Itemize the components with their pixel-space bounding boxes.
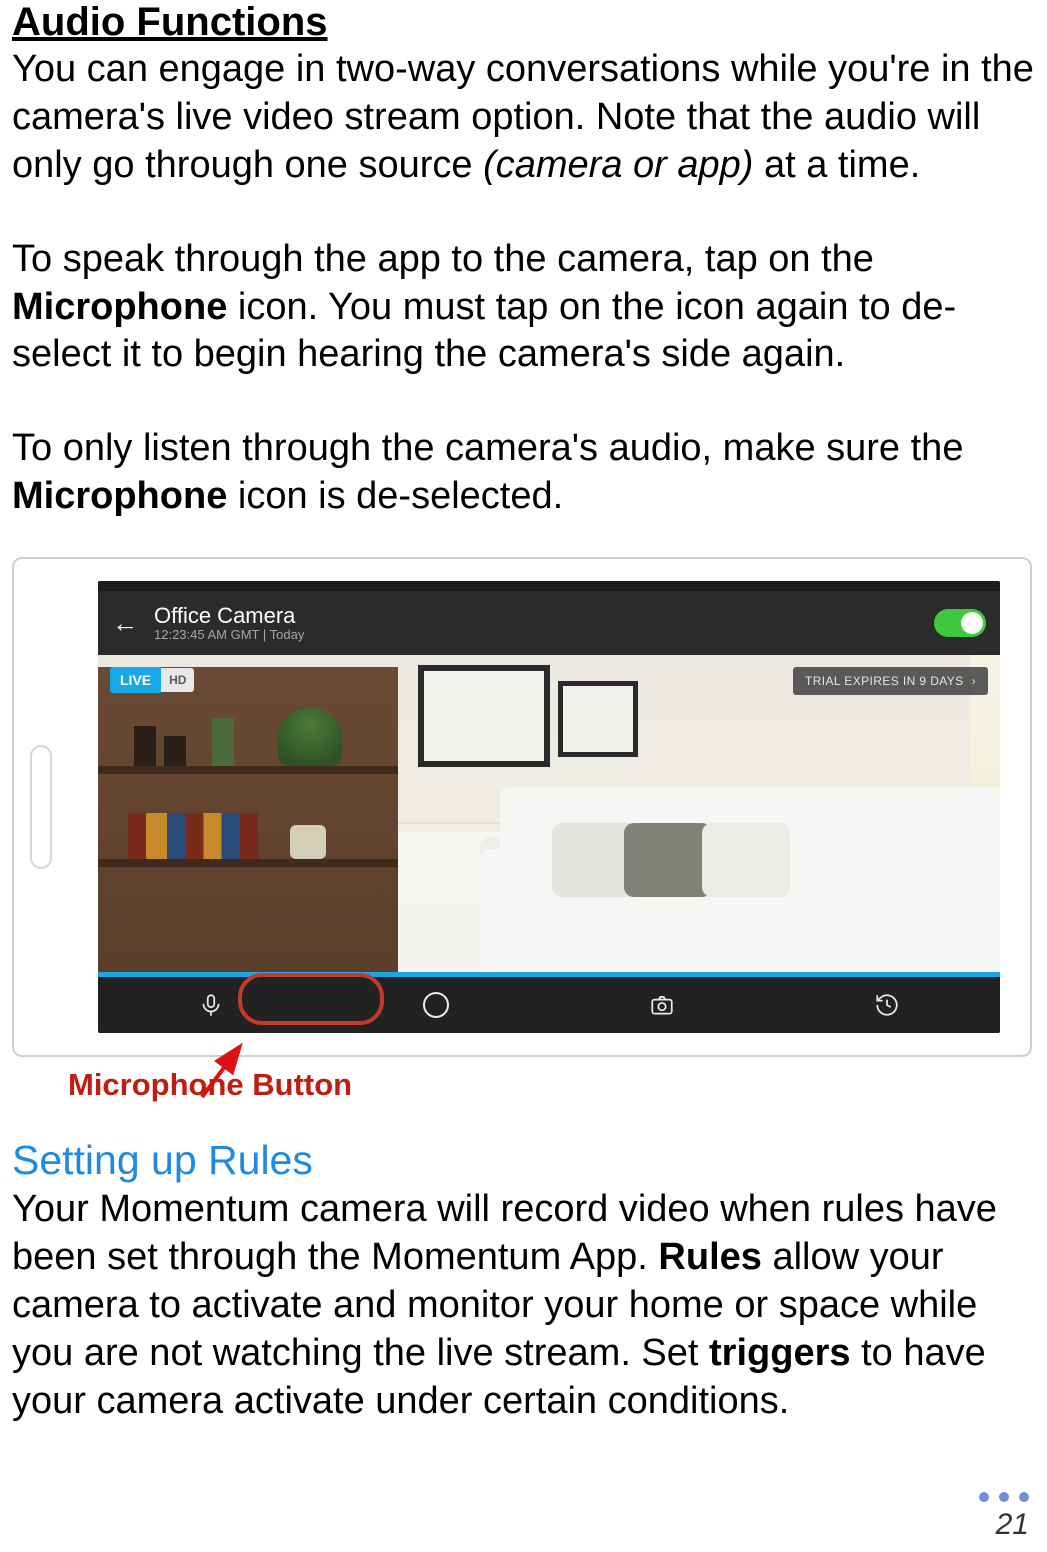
live-badge: LIVE HD <box>110 667 194 693</box>
room-frame <box>558 681 638 757</box>
camera-title-block: Office Camera 12:23:45 AM GMT | Today <box>154 604 304 642</box>
chevron-right-icon: › <box>972 674 976 688</box>
phone-frame: ← Office Camera 12:23:45 AM GMT | Today <box>12 557 1032 1057</box>
paragraph-mic-speak: To speak through the app to the camera, … <box>12 236 1035 380</box>
paragraph-audio-intro: You can engage in two-way conversations … <box>12 46 1035 190</box>
text-bold: Rules <box>658 1236 761 1278</box>
text: To only listen through the camera's audi… <box>12 427 963 469</box>
room-shelf <box>98 667 398 977</box>
text-bold: Microphone <box>12 286 227 328</box>
heading-audio-functions: Audio Functions <box>12 0 1035 44</box>
paragraph-rules: Your Momentum camera will record video w… <box>12 1186 1035 1425</box>
camera-timestamp: 12:23:45 AM GMT | Today <box>154 628 304 642</box>
text-bold: triggers <box>709 1332 850 1374</box>
back-arrow-icon[interactable]: ← <box>112 608 138 639</box>
camera-title: Office Camera <box>154 604 304 628</box>
text-em: (camera or app) <box>483 144 753 186</box>
callout-arrow-icon <box>194 1045 254 1099</box>
history-button[interactable] <box>775 977 1001 1033</box>
phone-home-button <box>30 745 52 869</box>
phone-screen: ← Office Camera 12:23:45 AM GMT | Today <box>98 581 1000 1033</box>
text: To speak through the app to the camera, … <box>12 238 874 280</box>
android-status-bar <box>98 581 1000 591</box>
history-icon <box>874 992 900 1018</box>
live-label: LIVE <box>110 667 161 693</box>
snapshot-button[interactable] <box>549 977 775 1033</box>
app-top-bar: ← Office Camera 12:23:45 AM GMT | Today <box>98 591 1000 655</box>
text-bold: Microphone <box>12 475 227 517</box>
record-icon <box>423 992 449 1018</box>
app-screenshot-figure: ← Office Camera 12:23:45 AM GMT | Today <box>12 557 1035 1057</box>
trial-expires-badge[interactable]: TRIAL EXPIRES IN 9 DAYS › <box>793 667 988 695</box>
page-number: 21 <box>996 1508 1029 1542</box>
room-frame <box>418 665 550 767</box>
camera-icon <box>649 992 675 1018</box>
camera-power-toggle[interactable] <box>934 609 986 637</box>
microphone-icon <box>198 992 224 1018</box>
room-pillow <box>624 823 712 897</box>
app-bottom-bar <box>98 977 1000 1033</box>
hd-label: HD <box>161 668 194 692</box>
text: at a time. <box>753 144 920 186</box>
footer-dots-icon <box>979 1492 1029 1502</box>
heading-setting-up-rules: Setting up Rules <box>12 1137 1035 1184</box>
room-pillow <box>702 823 790 897</box>
record-button[interactable] <box>324 977 550 1033</box>
text: icon is de-selected. <box>227 475 563 517</box>
trial-label: TRIAL EXPIRES IN 9 DAYS <box>805 674 964 688</box>
live-video-feed: LIVE HD TRIAL EXPIRES IN 9 DAYS › <box>98 655 1000 977</box>
paragraph-mic-listen: To only listen through the camera's audi… <box>12 425 1035 521</box>
microphone-button[interactable] <box>98 977 324 1033</box>
